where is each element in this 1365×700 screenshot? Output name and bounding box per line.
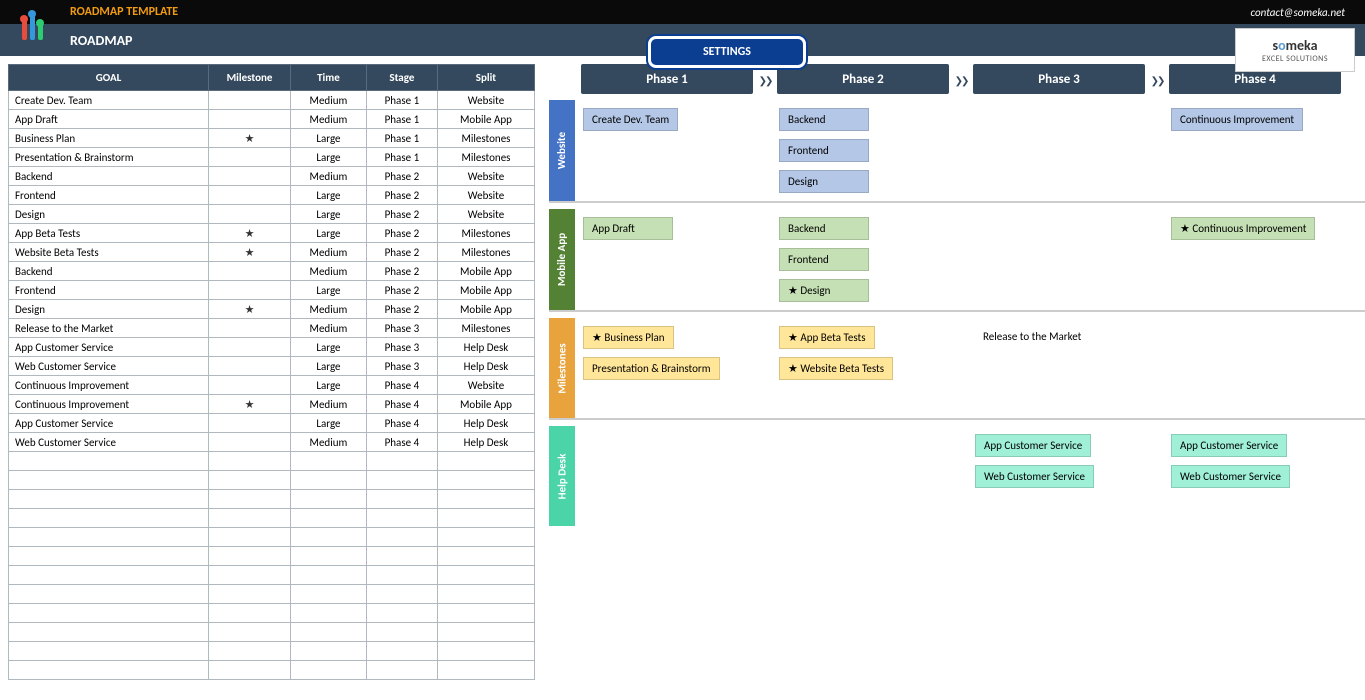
table-row[interactable] xyxy=(9,509,535,528)
roadmap-card[interactable]: App Customer Service xyxy=(975,434,1091,457)
page-title: ROADMAP xyxy=(70,32,133,49)
table-row[interactable] xyxy=(9,471,535,490)
roadmap-card[interactable]: Design xyxy=(779,279,869,302)
table-row[interactable] xyxy=(9,528,535,547)
roadmap-card[interactable]: Frontend xyxy=(779,248,869,271)
goals-table[interactable]: GOALMilestoneTimeStageSplit Create Dev. … xyxy=(8,64,535,680)
roadmap-card[interactable]: Web Customer Service xyxy=(975,465,1094,488)
table-row[interactable]: Release to the MarketMediumPhase 3Milest… xyxy=(9,319,535,338)
lane-label: Milestones xyxy=(549,318,575,418)
table-row[interactable] xyxy=(9,661,535,680)
phase-header-2: Phase 2 xyxy=(777,64,949,94)
table-row[interactable] xyxy=(9,490,535,509)
template-name: ROADMAP TEMPLATE xyxy=(70,5,178,19)
roadmap-card[interactable]: Design xyxy=(779,170,869,193)
table-row[interactable]: Continuous ImprovementLargePhase 4Websit… xyxy=(9,376,535,395)
lane-label: Mobile App xyxy=(549,209,575,310)
col-time: Time xyxy=(291,65,367,91)
contact-email[interactable]: contact@someka.net xyxy=(1251,6,1345,19)
table-row[interactable]: FrontendLargePhase 2Mobile App xyxy=(9,281,535,300)
roadmap-card[interactable]: Presentation & Brainstorm xyxy=(583,357,720,380)
lane-mobile-app: Mobile App App Draft Backend Frontend Design… xyxy=(549,209,1365,312)
lane-milestones: Milestones Business Plan Presentation & Br… xyxy=(549,318,1365,420)
table-row[interactable]: Business Plan★LargePhase 1Milestones xyxy=(9,129,535,148)
table-row[interactable]: BackendMediumPhase 2Mobile App xyxy=(9,262,535,281)
roadmap-card[interactable]: App Beta Tests xyxy=(779,326,875,349)
roadmap-card[interactable]: Website Beta Tests xyxy=(779,357,893,380)
app-logo xyxy=(20,8,60,48)
phase-header-1: Phase 1 xyxy=(581,64,753,94)
table-row[interactable] xyxy=(9,642,535,661)
roadmap-card[interactable]: App Customer Service xyxy=(1171,434,1287,457)
lane-website: Website Create Dev. Team Backend Frontend De… xyxy=(549,100,1365,203)
table-row[interactable] xyxy=(9,604,535,623)
col-milestone: Milestone xyxy=(209,65,291,91)
table-row[interactable]: App Beta Tests★LargePhase 2Milestones xyxy=(9,224,535,243)
table-row[interactable]: BackendMediumPhase 2Website xyxy=(9,167,535,186)
roadmap-card[interactable]: Continuous Improvement xyxy=(1171,108,1303,131)
roadmap-card[interactable]: App Draft xyxy=(583,217,673,240)
lane-help-desk: Help Desk App Customer Service Web Custome… xyxy=(549,426,1365,526)
roadmap-card[interactable]: Frontend xyxy=(779,139,869,162)
chevron-icon xyxy=(949,64,973,94)
table-row[interactable] xyxy=(9,452,535,471)
table-row[interactable] xyxy=(9,547,535,566)
table-row[interactable]: FrontendLargePhase 2Website xyxy=(9,186,535,205)
table-row[interactable]: App DraftMediumPhase 1Mobile App xyxy=(9,110,535,129)
roadmap-card[interactable]: Create Dev. Team xyxy=(583,108,678,131)
table-row[interactable] xyxy=(9,585,535,604)
table-row[interactable]: DesignLargePhase 2Website xyxy=(9,205,535,224)
table-row[interactable]: App Customer ServiceLargePhase 4Help Des… xyxy=(9,414,535,433)
table-row[interactable]: Design★MediumPhase 2Mobile App xyxy=(9,300,535,319)
roadmap-card[interactable]: Continuous Improvement xyxy=(1171,217,1315,240)
table-row[interactable] xyxy=(9,623,535,642)
table-row[interactable]: Create Dev. TeamMediumPhase 1Website xyxy=(9,91,535,110)
phase-header-3: Phase 3 xyxy=(973,64,1145,94)
table-row[interactable]: App Customer ServiceLargePhase 3Help Des… xyxy=(9,338,535,357)
table-row[interactable]: Web Customer ServiceMediumPhase 4Help De… xyxy=(9,433,535,452)
lane-label: Help Desk xyxy=(549,426,575,526)
chevron-icon xyxy=(1145,64,1169,94)
roadmap-card[interactable]: Backend xyxy=(779,217,869,240)
top-bar: ROADMAP TEMPLATE contact@someka.net xyxy=(0,0,1365,24)
table-row[interactable]: Continuous Improvement★MediumPhase 4Mobi… xyxy=(9,395,535,414)
lane-label: Website xyxy=(549,100,575,201)
roadmap-card[interactable]: Web Customer Service xyxy=(1171,465,1290,488)
sub-bar: ROADMAP Terms of Use SETTINGS someka EXC… xyxy=(0,24,1365,56)
roadmap-card[interactable]: Release to the Market xyxy=(975,326,1089,347)
chevron-icon xyxy=(753,64,777,94)
table-row[interactable]: Website Beta Tests★MediumPhase 2Mileston… xyxy=(9,243,535,262)
table-row[interactable]: Web Customer ServiceLargePhase 3Help Des… xyxy=(9,357,535,376)
roadmap-card[interactable]: Backend xyxy=(779,108,869,131)
table-row[interactable] xyxy=(9,566,535,585)
table-row[interactable]: Presentation & BrainstormLargePhase 1Mil… xyxy=(9,148,535,167)
settings-button[interactable]: SETTINGS xyxy=(648,36,806,68)
col-goal: GOAL xyxy=(9,65,209,91)
roadmap-panel: Phase 1Phase 2Phase 3Phase 4 WebsiteCrea… xyxy=(549,64,1365,680)
roadmap-card[interactable]: Business Plan xyxy=(583,326,674,349)
brand-logo: someka EXCEL SOLUTIONS xyxy=(1235,28,1355,72)
col-stage: Stage xyxy=(366,65,437,91)
col-split: Split xyxy=(437,65,534,91)
